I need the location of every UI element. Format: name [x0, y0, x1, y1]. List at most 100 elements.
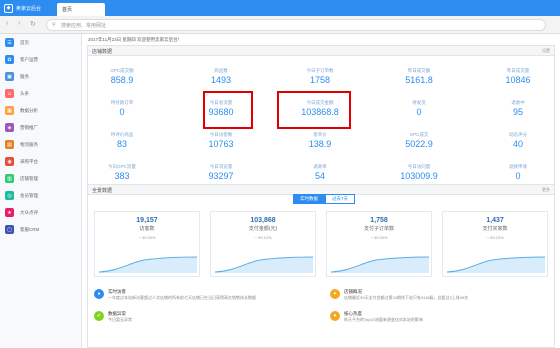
metric-label: 今日访客数	[209, 132, 233, 137]
metric[interactable]: 待发货 0	[379, 100, 459, 118]
cart-icon: ◉	[5, 157, 14, 166]
metric-value: 5022.9	[405, 139, 433, 149]
highlight-box-suborders	[277, 91, 351, 129]
kpi-trend-chart	[215, 256, 313, 273]
news-icon: ☺	[5, 89, 14, 98]
sidebar-item-label: 采购平台	[20, 158, 38, 164]
sidebar-item[interactable]: ◎ 会员管理	[0, 187, 81, 204]
review-icon: ★	[5, 208, 14, 217]
sidebar-item-label: 客户运营	[20, 56, 38, 62]
more-link[interactable]: 更多	[542, 187, 550, 193]
metric[interactable]: 退款中 95	[478, 100, 558, 118]
search-icon: ⚲	[52, 22, 56, 28]
metric[interactable]: 商品数 1493	[181, 68, 261, 86]
sidebar-item[interactable]: ▣ 服务	[0, 68, 81, 85]
metric-label: 待付款订单	[110, 100, 134, 105]
metric[interactable]: 今日GPC流量 383	[82, 164, 162, 182]
panel-header: 店铺数据 设置	[88, 46, 554, 56]
sidebar-item[interactable]: ✿ 客户运营	[0, 51, 81, 68]
metric[interactable]: 今日子订单数 1758	[280, 68, 360, 86]
sidebar-item[interactable]: ◈ 营销推广	[0, 119, 81, 136]
crm-icon: ▢	[5, 225, 14, 234]
kpi-label: 支付买家数	[482, 226, 508, 232]
sidebar-item[interactable]: ▦ 数据分析	[0, 102, 81, 119]
metric-label: 待评价商品	[110, 132, 134, 137]
metric[interactable]: GPC成交额 858.9	[82, 68, 162, 86]
settings-link[interactable]: 设置	[542, 48, 550, 54]
sidebar-item[interactable]: ☺ 头条	[0, 85, 81, 102]
sidebar-item[interactable]: ▤ 物流服务	[0, 136, 81, 153]
alert-text: 店铺最近30天支付金额过第24期排下站只有3118级，总超过3上排49名	[344, 295, 469, 300]
metric-label: 今日GPC流量	[108, 164, 136, 169]
alert-item[interactable]: ✦ 店铺概况 店铺最近30天支付金额过第24期排下站只有3118级，总超过3上排49…	[330, 289, 550, 307]
kpi-card[interactable]: 19,157 访客数 ◔ 99.30%	[94, 211, 200, 277]
panel-title: 全景数据	[92, 188, 113, 194]
metric-label: 今日子订单数	[306, 68, 334, 73]
metric[interactable]: 昨日成交额 5161.8	[379, 68, 459, 86]
tab-home[interactable]: 首页	[57, 3, 105, 16]
alert-text: 一年度过本站新访客超过人次店铺的所有前七天店铺已在当日获得高在销售成长数据	[108, 295, 256, 300]
metric-value: 10763	[208, 139, 234, 149]
metric[interactable]: 退款率 54	[280, 164, 360, 182]
kpi-cards: 19,157 访客数 ◔ 99.30% 103,868 支付金额(元) ◔ 99.12% 1…	[94, 211, 550, 277]
metric-label: 动态评分	[509, 132, 527, 137]
mic-icon: ●	[94, 289, 104, 299]
search-input[interactable]: ⚲ 搜索应用、常用网址	[46, 19, 546, 31]
forward-icon[interactable]: ›	[18, 20, 20, 27]
tab-last7days[interactable]: 过去7天	[325, 194, 356, 204]
kpi-badge: ◔ 99.30%	[370, 235, 388, 240]
tab-realtime[interactable]: 实时数据	[293, 194, 325, 204]
alert-item[interactable]: ✔ 数据异常 今日暂无异常	[94, 311, 314, 329]
kpi-value: 103,868	[250, 217, 276, 224]
sidebar-item[interactable]: ▥ 店铺管理	[0, 170, 81, 187]
kpi-card[interactable]: 103,868 支付金额(元) ◔ 99.12%	[210, 211, 316, 277]
sidebar: ☰ 首页 ✿ 客户运营 ▣ 服务 ☺ 头条 ▦ 数据分析 ◈ 营销推广 ▤ 物流服务 ◉ 采购平台 ▥ 店铺管理 ◎…	[0, 34, 82, 348]
metric-value: 83	[116, 139, 127, 149]
metric[interactable]: 今日访客数 10763	[181, 132, 261, 150]
metric[interactable]: 动态评分 40	[478, 132, 558, 150]
app-brand: ◆ 卖家云后台	[4, 2, 41, 14]
metric[interactable]: 今日访问量 103009.9	[379, 164, 459, 182]
sidebar-item-label: 服务	[20, 73, 29, 79]
alert-item[interactable]: ♥ 核心热度 昨天平台的Top10流量来源变化对本站的影响	[330, 311, 550, 329]
kpi-trend-chart	[99, 256, 197, 273]
back-icon[interactable]: ‹	[6, 20, 8, 27]
panel-title: 店铺数据	[92, 49, 113, 55]
metric[interactable]: 待付款订单 0	[82, 100, 162, 118]
app-title: 卖家云后台	[16, 5, 42, 12]
alert-text: 今日暂无异常	[108, 317, 132, 322]
kpi-value: 1,758	[370, 217, 388, 224]
alert-item[interactable]: ● 实时访客 一年度过本站新访客超过人次店铺的所有前七天店铺已在当日获得高在销售成长…	[94, 289, 314, 307]
metric[interactable]: 昨日成交量 10846	[478, 68, 558, 86]
sidebar-item-label: 数据分析	[20, 107, 38, 113]
sidebar-item-label: 头条	[20, 90, 29, 96]
sidebar-item[interactable]: ☰ 首页	[0, 34, 81, 51]
bulb-icon: ✦	[330, 289, 340, 299]
metric-label: 昨日成交量	[506, 68, 530, 73]
metric[interactable]: 待评价商品 83	[82, 132, 162, 150]
kpi-badge: ◔ 99.22%	[486, 235, 504, 240]
metric[interactable]: 退款申请 0	[478, 164, 558, 182]
sidebar-item[interactable]: ◉ 采购平台	[0, 153, 81, 170]
metric[interactable]: 客单价 138.9	[280, 132, 360, 150]
kpi-card[interactable]: 1,758 支付子订单数 ◔ 99.30%	[326, 211, 432, 277]
metric[interactable]: GPC成交 5022.9	[379, 132, 459, 150]
metric-value: 858.9	[110, 75, 134, 85]
kpi-label: 访客数	[139, 226, 155, 232]
metric-value: 95	[512, 107, 523, 117]
metric-value: 103009.9	[400, 171, 438, 181]
sidebar-item[interactable]: ▢ 客服CRM	[0, 221, 81, 238]
kpi-card[interactable]: 1,437 支付买家数 ◔ 99.22%	[442, 211, 548, 277]
sidebar-item[interactable]: ★ 大众点评	[0, 204, 81, 221]
metric-value: 1493	[210, 75, 232, 85]
sidebar-item-label: 营销推广	[20, 124, 38, 130]
metric-value: 0	[416, 107, 422, 117]
menu-icon: ☰	[5, 38, 14, 47]
chart-icon: ▦	[5, 106, 14, 115]
metric[interactable]: 今日浏览量 93297	[181, 164, 261, 182]
check-icon: ✔	[94, 311, 104, 321]
metric-value: 383	[114, 171, 130, 181]
date-line: 2017年11月23日 星期四 欢迎使用卖家云后台！	[88, 37, 183, 42]
refresh-icon[interactable]: ↻	[30, 20, 36, 28]
alert-text: 昨天平台的Top10流量来源变化对本站的影响	[344, 317, 423, 322]
